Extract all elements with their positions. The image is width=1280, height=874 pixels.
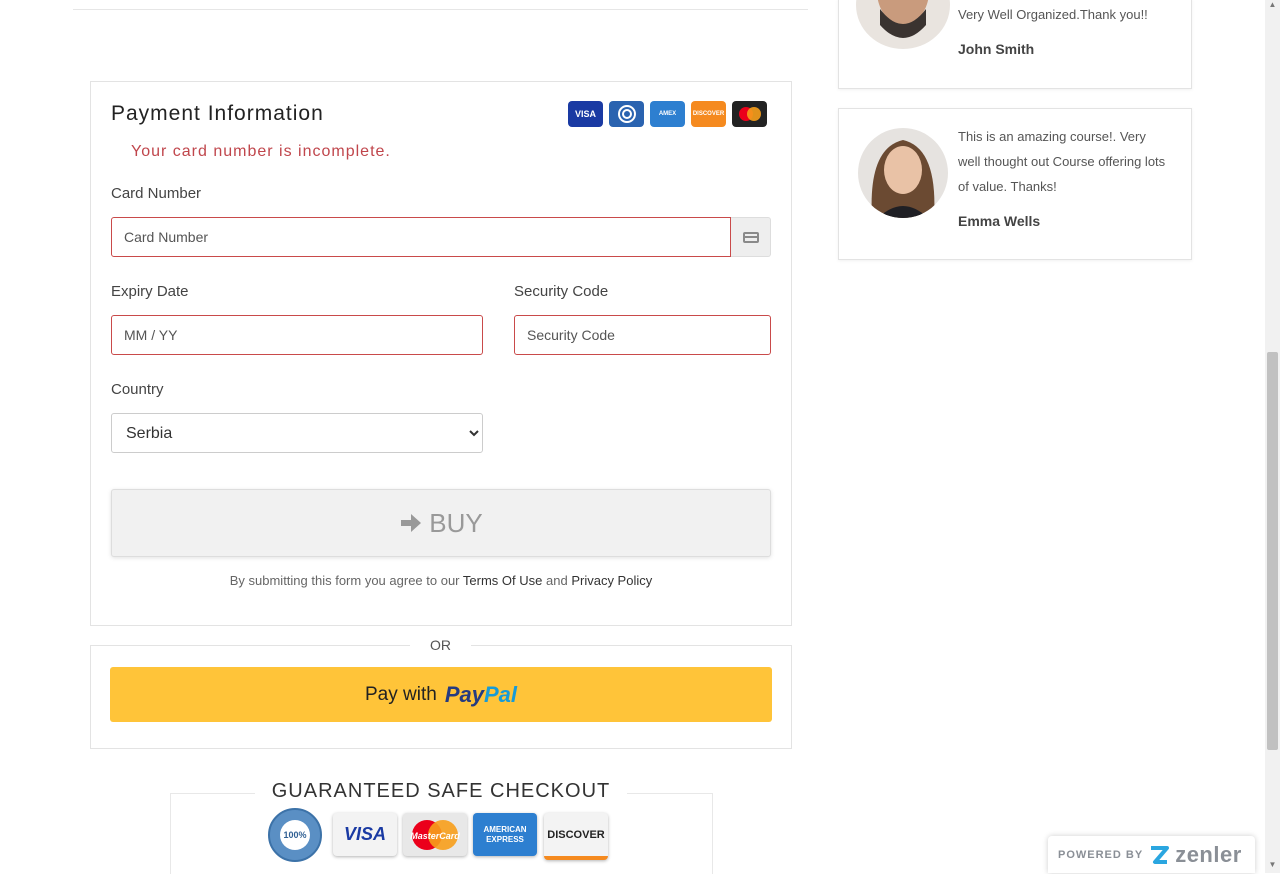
scrollbar-thumb[interactable] (1267, 352, 1278, 750)
credit-card-icon (742, 231, 759, 243)
mastercard-logo-icon (732, 101, 767, 127)
powered-by-text: POWERED BY (1058, 848, 1144, 861)
diners-club-logo-icon (609, 101, 644, 127)
credit-card-addon (731, 217, 771, 257)
powered-by-badge[interactable]: POWERED BY zenler (1048, 836, 1255, 873)
country-label: Country (111, 381, 164, 398)
avatar (856, 0, 950, 49)
safe-checkout-title: GUARANTEED SAFE CHECKOUT (255, 780, 627, 803)
svg-text:MasterCard: MasterCard (410, 831, 460, 841)
visa-logo-icon: VISA (568, 101, 603, 127)
country-select[interactable]: Serbia (111, 413, 483, 453)
card-number-label: Card Number (111, 185, 202, 202)
amex-logo-icon: AMEX (650, 101, 685, 127)
accepted-card-logos: VISA AMEX DISCOVER (568, 101, 767, 127)
scroll-up-arrow-icon[interactable]: ▲ (1265, 0, 1280, 9)
paypal-pay-with: Pay with (365, 683, 437, 705)
discover-logo-icon: DISCOVER (691, 101, 726, 127)
card-error-message: Your card number is incomplete. (131, 143, 391, 160)
discover-badge-icon: DISCOVER (544, 813, 608, 860)
expiry-date-input[interactable] (111, 315, 483, 355)
amex-badge-icon: AMERICAN EXPRESS (473, 813, 537, 856)
payment-title: Payment Information (111, 102, 324, 125)
visa-badge-icon: VISA (333, 813, 397, 856)
zenler-brand: zenler (1175, 841, 1242, 867)
buy-button-label: BUY (429, 507, 483, 538)
avatar (858, 128, 948, 218)
zenler-logo-icon (1151, 845, 1170, 864)
section-divider (73, 9, 808, 10)
payment-form-card: Payment Information VISA AMEX DISCOVER Y… (90, 81, 792, 626)
testimonial-text: Very Well Organized.Thank you!! (958, 7, 1148, 22)
testimonial-author: John Smith (958, 41, 1035, 57)
arrow-right-icon (401, 514, 422, 532)
mastercard-badge-icon: MasterCard (403, 813, 467, 856)
testimonial-card: Very Well Organized.Thank you!! John Smi… (838, 0, 1192, 89)
expiry-date-label: Expiry Date (111, 283, 189, 300)
buy-button[interactable]: BUY (111, 489, 771, 557)
security-code-label: Security Code (514, 283, 609, 300)
testimonial-card: This is an amazing course!. Very well th… (838, 108, 1192, 260)
security-code-input[interactable] (514, 315, 771, 355)
testimonial-text: This is an amazing course!. Very well th… (958, 129, 1166, 194)
terms-of-use-link[interactable]: Terms Of Use (463, 573, 542, 588)
satisfaction-seal-icon: 100% (268, 808, 322, 862)
paypal-button[interactable]: Pay with PayPal (110, 667, 772, 722)
scroll-down-arrow-icon[interactable]: ▼ (1265, 860, 1280, 869)
privacy-policy-link[interactable]: Privacy Policy (571, 573, 652, 588)
paypal-logo: PayPal (444, 681, 517, 707)
testimonial-author: Emma Wells (958, 213, 1041, 229)
card-number-input[interactable] (111, 217, 731, 257)
terms-notice: By submitting this form you agree to our… (229, 573, 653, 588)
